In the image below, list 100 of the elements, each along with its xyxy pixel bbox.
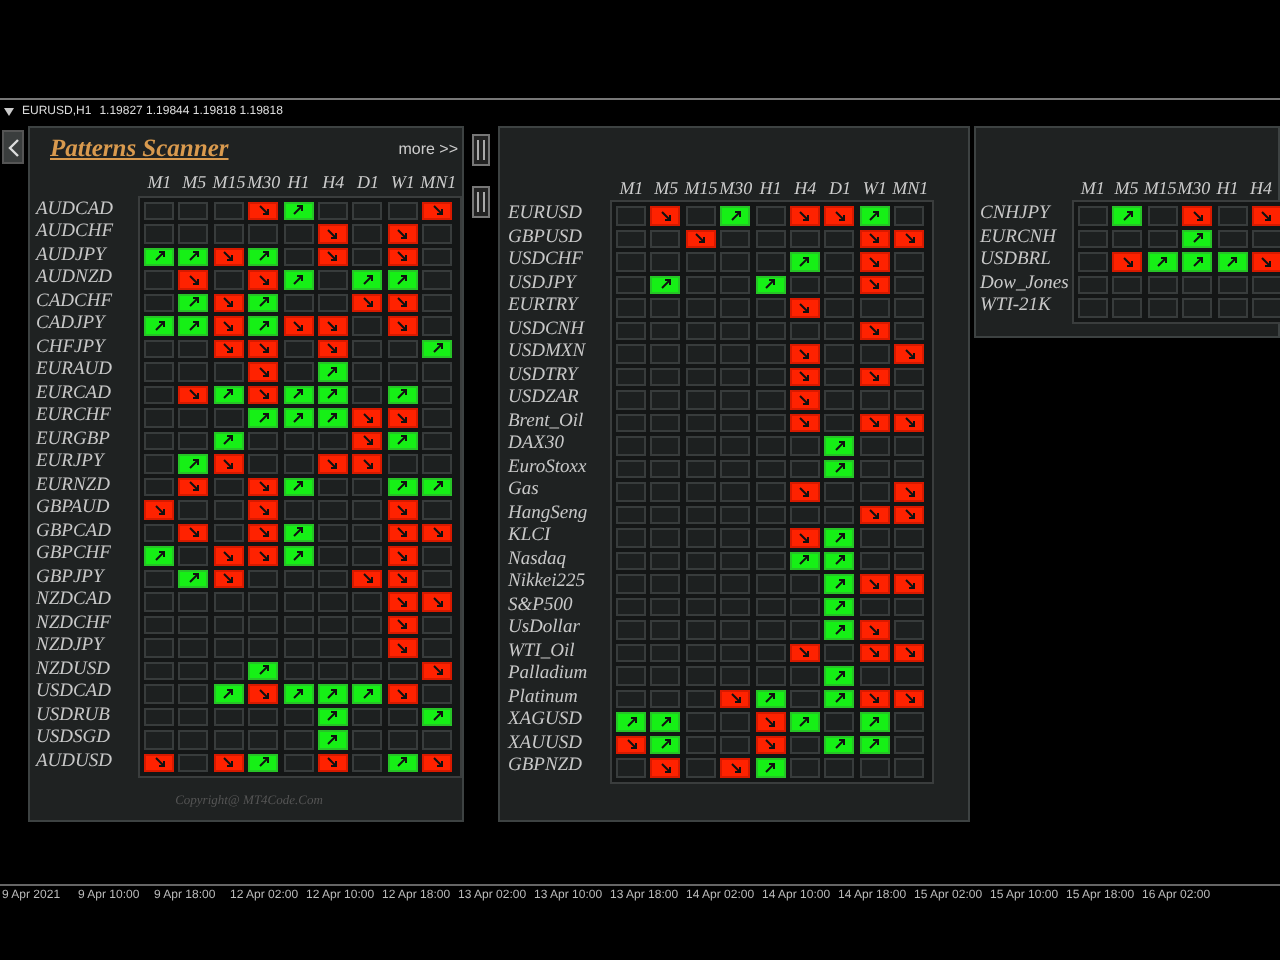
collapse-button[interactable] xyxy=(2,130,24,164)
arrow-down-icon xyxy=(187,480,200,493)
dropdown-icon[interactable] xyxy=(4,107,14,115)
arrow-down-icon xyxy=(1191,209,1204,222)
arrow-down-icon xyxy=(361,457,374,470)
arrow-up-icon xyxy=(292,388,305,401)
symbol-label: USDTRY xyxy=(508,365,581,388)
more-link[interactable]: more >> xyxy=(398,139,458,158)
arrow-down-icon xyxy=(868,646,881,659)
arrow-down-icon xyxy=(222,342,235,355)
arrow-down-icon xyxy=(222,296,235,309)
arrow-down-icon xyxy=(257,204,270,217)
arrow-up-icon xyxy=(292,204,305,217)
symbol-label: AUDCHF xyxy=(36,222,116,245)
arrow-up-icon xyxy=(764,278,777,291)
symbol-label: USDJPY xyxy=(508,273,579,296)
arrow-up-icon xyxy=(326,710,339,723)
arrow-down-icon xyxy=(257,365,270,378)
arrow-down-icon xyxy=(257,526,270,539)
timeframe-header: H4 xyxy=(1248,177,1275,197)
arrow-down-icon xyxy=(222,572,235,585)
arrow-down-icon xyxy=(222,457,235,470)
arrow-up-icon xyxy=(868,715,881,728)
arrow-down-icon xyxy=(431,204,444,217)
arrow-down-icon xyxy=(222,549,235,562)
symbol-label: Gas xyxy=(508,480,541,503)
timeframe-header: MN1 xyxy=(420,172,456,192)
symbol-label: UsDollar xyxy=(508,618,582,641)
symbol-label: NZDUSD xyxy=(36,659,112,682)
symbol-label: XAUUSD xyxy=(508,733,584,756)
arrow-up-icon xyxy=(257,319,270,332)
symbol-label: Brent_Oil xyxy=(508,411,586,434)
arrow-down-icon xyxy=(187,273,200,286)
arrow-up-icon xyxy=(625,715,637,728)
arrow-down-icon xyxy=(396,618,409,631)
arrow-down-icon xyxy=(868,232,881,245)
arrow-down-icon xyxy=(764,738,777,751)
arrow-down-icon xyxy=(396,227,409,240)
arrow-up-icon xyxy=(833,531,846,544)
arrow-up-icon xyxy=(1156,255,1169,268)
arrow-down-icon xyxy=(798,370,811,383)
arrow-down-icon xyxy=(798,347,811,360)
arrow-down-icon xyxy=(798,301,811,314)
arrow-up-icon xyxy=(292,411,305,424)
arrow-up-icon xyxy=(326,365,339,378)
arrow-up-icon xyxy=(292,526,305,539)
arrow-down-icon xyxy=(396,641,409,654)
arrow-down-icon xyxy=(659,761,672,774)
arrow-up-icon xyxy=(833,692,846,705)
symbol-label: EURNZD xyxy=(36,475,112,498)
arrow-up-icon xyxy=(361,273,374,286)
arrow-down-icon xyxy=(396,549,409,562)
arrow-up-icon xyxy=(326,687,339,700)
symbol-label: EURUSD xyxy=(508,204,584,227)
symbol-label: CHFJPY xyxy=(36,337,108,360)
symbol-label: HangSeng xyxy=(508,503,590,526)
arrow-down-icon xyxy=(222,319,235,332)
arrow-up-icon xyxy=(257,296,270,309)
arrow-up-icon xyxy=(292,273,305,286)
symbol-label: GBPAUD xyxy=(36,498,112,521)
arrow-down-icon xyxy=(326,342,339,355)
arrow-down-icon xyxy=(396,595,409,608)
arrow-down-icon xyxy=(222,756,235,769)
arrow-up-icon xyxy=(153,250,165,263)
arrow-up-icon xyxy=(187,572,200,585)
arrow-down-icon xyxy=(903,232,916,245)
arrow-down-icon xyxy=(1260,209,1273,222)
arrow-down-icon xyxy=(257,342,270,355)
timeframe-header: D1 xyxy=(827,177,854,197)
scroll-handle-icon[interactable] xyxy=(472,186,490,218)
symbol-label: USDZAR xyxy=(508,388,581,411)
arrow-up-icon xyxy=(326,388,339,401)
timeframe-header: M5 xyxy=(1112,177,1141,197)
arrow-up-icon xyxy=(187,250,200,263)
arrow-down-icon xyxy=(868,692,881,705)
arrow-down-icon xyxy=(396,296,409,309)
arrow-down-icon xyxy=(903,692,916,705)
scroll-handle-icon[interactable] xyxy=(472,134,490,166)
arrow-down-icon xyxy=(798,485,811,498)
arrow-down-icon xyxy=(868,416,881,429)
arrow-down-icon xyxy=(868,508,881,521)
arrow-up-icon xyxy=(833,738,846,751)
arrow-up-icon xyxy=(431,480,444,493)
arrow-up-icon xyxy=(187,296,200,309)
symbol-label: Platinum xyxy=(508,687,580,710)
arrow-down-icon xyxy=(764,715,777,728)
arrow-up-icon xyxy=(153,549,165,562)
arrow-up-icon xyxy=(1121,209,1134,222)
timeframe-header: H1 xyxy=(757,177,784,197)
arrow-up-icon xyxy=(431,710,444,723)
symbol-label: NZDCHF xyxy=(36,613,113,636)
arrow-up-icon xyxy=(396,756,409,769)
arrow-up-icon xyxy=(833,623,846,636)
scanner-title: Patterns Scanner xyxy=(50,133,229,164)
arrow-down-icon xyxy=(257,549,270,562)
symbol-label: USDCNH xyxy=(508,319,587,342)
arrow-up-icon xyxy=(396,273,409,286)
arrow-up-icon xyxy=(833,439,846,452)
arrow-up-icon xyxy=(798,554,811,567)
timeframe-header: W1 xyxy=(860,177,889,197)
